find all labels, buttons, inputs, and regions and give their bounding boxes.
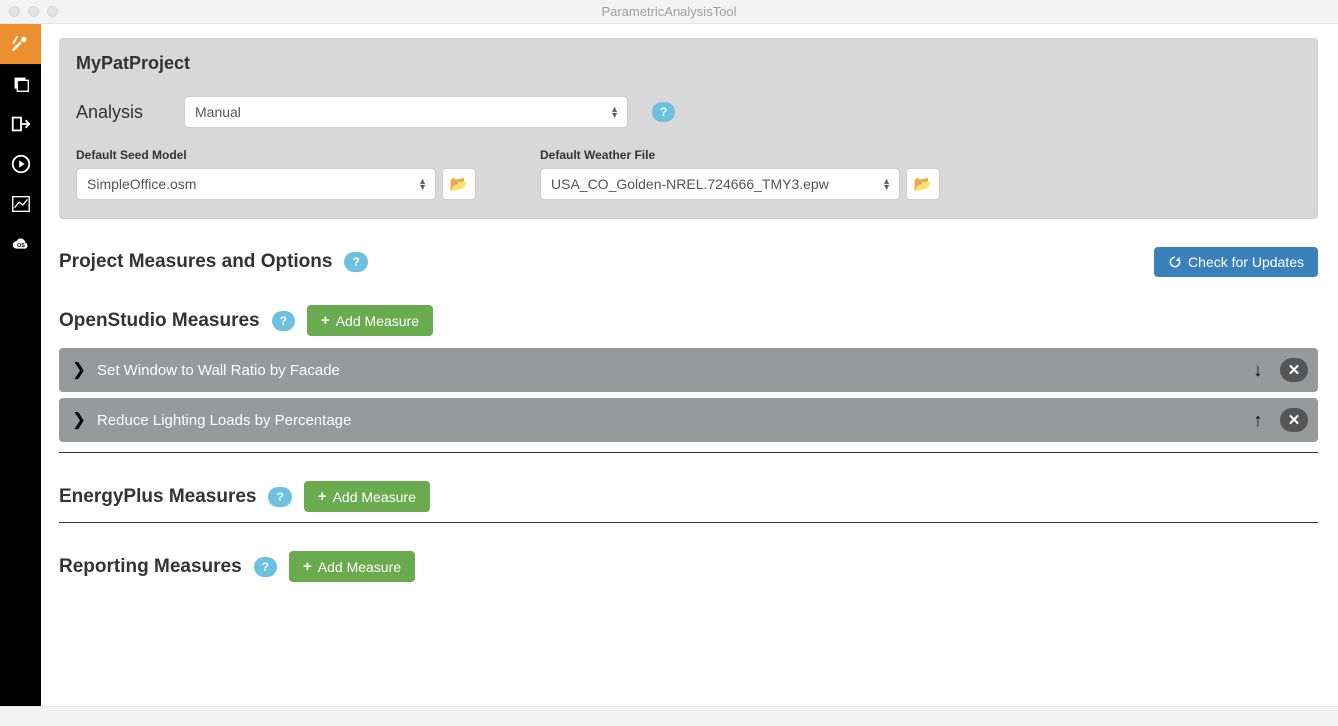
- window-title: ParametricAnalysisTool: [0, 4, 1338, 19]
- measure-row[interactable]: ❯ Reduce Lighting Loads by Percentage ↑ …: [59, 398, 1318, 442]
- seed-model-value: SimpleOffice.osm: [87, 176, 196, 192]
- delete-measure-button[interactable]: ✕: [1280, 358, 1308, 382]
- status-bar: [0, 706, 1338, 726]
- close-window-dot[interactable]: [9, 6, 20, 17]
- section-divider: [59, 522, 1318, 523]
- analysis-label: Analysis: [76, 102, 160, 123]
- analysis-select-value: Manual: [195, 104, 241, 120]
- close-icon: ✕: [1288, 361, 1301, 379]
- seed-model-label: Default Seed Model: [76, 148, 476, 162]
- select-arrows-icon: ▲▼: [610, 106, 619, 118]
- sidebar-item-reports[interactable]: [0, 184, 41, 224]
- weather-file-label: Default Weather File: [540, 148, 940, 162]
- chevron-right-icon[interactable]: ❯: [73, 360, 85, 380]
- move-up-button[interactable]: ↑: [1248, 410, 1268, 431]
- delete-measure-button[interactable]: ✕: [1280, 408, 1308, 432]
- openstudio-add-measure-button[interactable]: + Add Measure: [307, 305, 433, 336]
- chevron-right-icon[interactable]: ❯: [73, 410, 85, 430]
- seed-model-select[interactable]: SimpleOffice.osm ▲▼: [76, 168, 436, 200]
- plus-icon: +: [303, 558, 312, 575]
- reporting-add-measure-button[interactable]: + Add Measure: [289, 551, 415, 582]
- project-measures-help-button[interactable]: ?: [344, 252, 367, 272]
- export-icon: [10, 113, 32, 135]
- sidebar-item-cloud[interactable]: OS: [0, 224, 41, 264]
- sidebar-item-outputs[interactable]: [0, 104, 41, 144]
- weather-file-browse-button[interactable]: 📂: [906, 168, 940, 200]
- traffic-lights: [9, 6, 58, 17]
- section-divider: [59, 452, 1318, 453]
- cloud-icon: OS: [10, 233, 32, 255]
- weather-file-value: USA_CO_Golden-NREL.724666_TMY3.epw: [551, 176, 829, 192]
- seed-model-browse-button[interactable]: 📂: [442, 168, 476, 200]
- project-header-panel: MyPatProject Analysis Manual ▲▼ ? Defaul…: [59, 38, 1318, 219]
- svg-text:OS: OS: [17, 243, 25, 249]
- analysis-help-button[interactable]: ?: [652, 102, 675, 122]
- chart-icon: [10, 193, 32, 215]
- plus-icon: +: [318, 488, 327, 505]
- folder-icon: 📂: [914, 175, 933, 193]
- openstudio-help-button[interactable]: ?: [272, 311, 295, 331]
- project-title: MyPatProject: [76, 53, 1301, 74]
- sidebar-item-run[interactable]: [0, 144, 41, 184]
- close-icon: ✕: [1288, 411, 1301, 429]
- zoom-window-dot[interactable]: [47, 6, 58, 17]
- sidebar-item-setup[interactable]: [0, 24, 41, 64]
- select-arrows-icon: ▲▼: [418, 178, 427, 190]
- check-updates-button[interactable]: Check for Updates: [1154, 247, 1318, 277]
- measure-row[interactable]: ❯ Set Window to Wall Ratio by Facade ↓ ✕: [59, 348, 1318, 392]
- select-arrows-icon: ▲▼: [882, 178, 891, 190]
- openstudio-measures-title: OpenStudio Measures: [59, 310, 260, 332]
- window-titlebar: ParametricAnalysisTool: [0, 0, 1338, 24]
- analysis-select[interactable]: Manual ▲▼: [184, 96, 628, 128]
- energyplus-add-measure-button[interactable]: + Add Measure: [304, 481, 430, 512]
- reporting-help-button[interactable]: ?: [254, 557, 277, 577]
- energyplus-measures-title: EnergyPlus Measures: [59, 486, 256, 508]
- measure-name: Set Window to Wall Ratio by Facade: [97, 362, 1236, 379]
- project-measures-title: Project Measures and Options: [59, 251, 332, 273]
- folder-icon: 📂: [450, 175, 469, 193]
- energyplus-help-button[interactable]: ?: [268, 487, 291, 507]
- move-down-button[interactable]: ↓: [1248, 360, 1268, 381]
- play-circle-icon: [10, 153, 32, 175]
- wrench-screwdriver-icon: [10, 33, 32, 55]
- sidebar-item-design-alts[interactable]: [0, 64, 41, 104]
- minimize-window-dot[interactable]: [28, 6, 39, 17]
- stack-icon: [10, 73, 32, 95]
- reporting-measures-title: Reporting Measures: [59, 556, 242, 578]
- main-content: MyPatProject Analysis Manual ▲▼ ? Defaul…: [41, 24, 1338, 726]
- sidebar: OS: [0, 24, 41, 726]
- refresh-icon: [1168, 255, 1182, 269]
- measure-name: Reduce Lighting Loads by Percentage: [97, 412, 1236, 429]
- weather-file-select[interactable]: USA_CO_Golden-NREL.724666_TMY3.epw ▲▼: [540, 168, 900, 200]
- plus-icon: +: [321, 312, 330, 329]
